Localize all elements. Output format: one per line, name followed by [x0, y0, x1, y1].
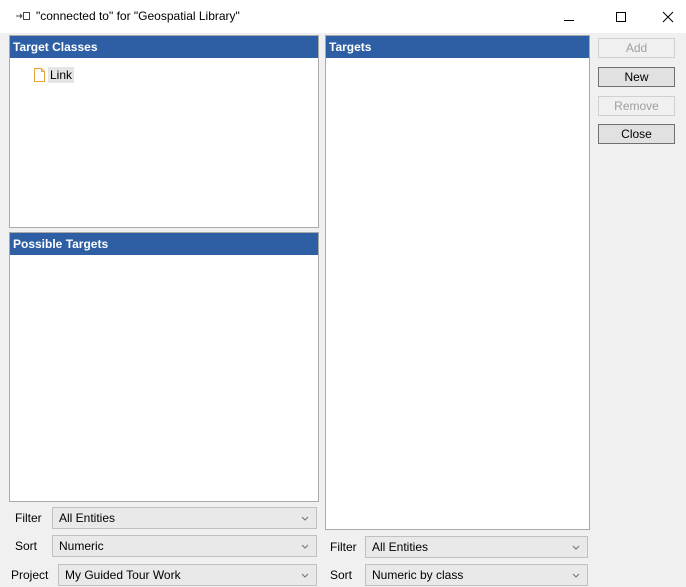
close-window-button[interactable] — [648, 0, 686, 33]
target-class-item-link[interactable]: Link — [34, 66, 75, 84]
project-dropdown[interactable]: My Guided Tour Work — [58, 564, 317, 586]
possible-targets-header: Possible Targets — [10, 233, 318, 255]
chevron-down-icon — [572, 545, 580, 550]
new-button[interactable]: New — [598, 67, 675, 87]
chevron-down-icon — [301, 544, 309, 549]
possible-targets-list[interactable] — [10, 255, 318, 501]
filter-value: All Entities — [59, 511, 116, 525]
project-value: My Guided Tour Work — [65, 568, 181, 582]
targets-sort-value: Numeric by class — [372, 568, 464, 582]
remove-button[interactable]: Remove — [598, 96, 675, 116]
arrow-to-box-icon — [16, 12, 30, 20]
target-classes-header: Target Classes — [10, 36, 318, 58]
possible-targets-panel: Possible Targets — [9, 232, 319, 502]
targets-panel: Targets — [325, 35, 590, 530]
maximize-icon — [616, 11, 626, 22]
sort-value: Numeric — [59, 539, 104, 553]
targets-filter-dropdown[interactable]: All Entities — [365, 536, 588, 558]
chevron-down-icon — [572, 573, 580, 578]
targets-sort-label: Sort — [330, 568, 353, 582]
close-icon — [662, 11, 674, 22]
targets-sort-dropdown[interactable]: Numeric by class — [365, 564, 588, 586]
maximize-button[interactable] — [601, 0, 641, 33]
minimize-button[interactable] — [549, 0, 589, 33]
targets-filter-value: All Entities — [372, 540, 429, 554]
add-button[interactable]: Add — [598, 38, 675, 58]
title-bar: "connected to" for "Geospatial Library" — [0, 0, 686, 33]
sort-dropdown[interactable]: Numeric — [52, 535, 317, 557]
target-classes-panel: Target Classes Link — [9, 35, 319, 228]
targets-header: Targets — [326, 36, 589, 58]
chevron-down-icon — [301, 573, 309, 578]
project-label: Project — [11, 568, 49, 582]
document-icon — [34, 68, 45, 82]
sort-label: Sort — [15, 539, 38, 553]
target-class-label: Link — [48, 67, 75, 83]
targets-filter-label: Filter — [330, 540, 357, 554]
minimize-icon — [564, 19, 574, 21]
targets-list[interactable] — [326, 58, 589, 529]
filter-label: Filter — [15, 511, 42, 525]
close-button[interactable]: Close — [598, 124, 675, 144]
window-title: "connected to" for "Geospatial Library" — [36, 9, 240, 23]
chevron-down-icon — [301, 516, 309, 521]
filter-dropdown[interactable]: All Entities — [52, 507, 317, 529]
